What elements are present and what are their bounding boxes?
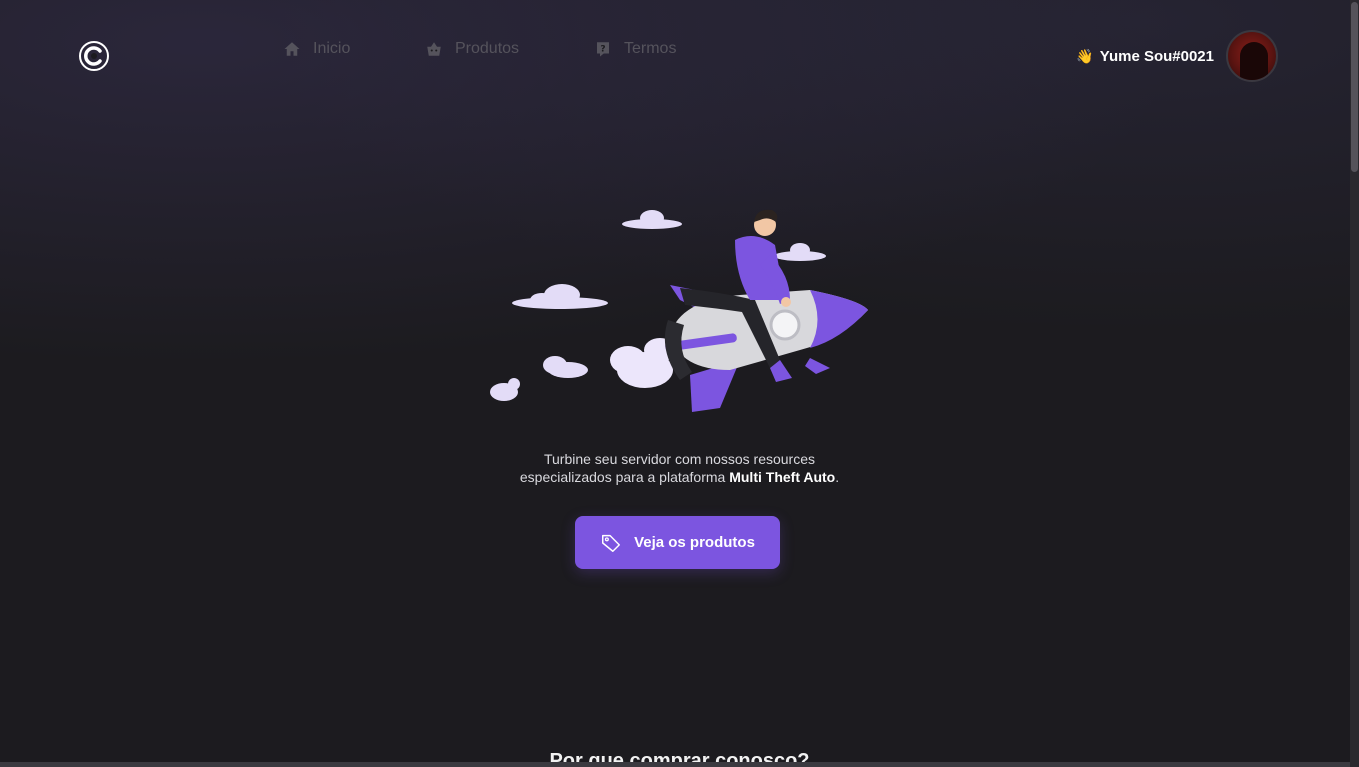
hero-line-2-suffix: . xyxy=(835,469,840,485)
nav-item-termos[interactable]: ? Termos xyxy=(594,40,676,58)
scrollbar-thumb[interactable] xyxy=(1351,2,1358,172)
hero-line-1: Turbine seu servidor com nossos resource… xyxy=(543,451,816,467)
hero-line-2-prefix: especializados para a plataforma xyxy=(519,469,730,485)
user-menu[interactable]: 👋 Yume Sou#0021 xyxy=(1076,30,1278,82)
see-products-button[interactable]: Veja os produtos xyxy=(575,516,780,569)
nav-item-label: Termos xyxy=(624,40,677,57)
username-label: Yume Sou#0021 xyxy=(1099,47,1214,65)
rocket-illustration xyxy=(490,209,868,412)
nav-item-produtos[interactable]: Produtos xyxy=(425,40,519,58)
see-products-label: Veja os produtos xyxy=(634,534,755,551)
hero-description: Turbine seu servidor com nossos resource… xyxy=(0,450,1359,486)
basket-icon xyxy=(427,42,441,56)
avatar-silhouette xyxy=(1240,42,1268,80)
nav-item-label: Inicio xyxy=(313,40,351,57)
home-icon xyxy=(284,42,300,56)
page-scrollbar[interactable] xyxy=(1350,0,1359,767)
logo-icon[interactable] xyxy=(78,40,110,72)
nav-item-inicio[interactable]: Inicio xyxy=(283,40,350,58)
user-name: 👋 Yume Sou#0021 xyxy=(1076,48,1214,65)
bottom-divider xyxy=(0,762,1350,767)
top-header: Inicio Produtos ? Termos 👋 Yume Sou#0021 xyxy=(0,0,1350,110)
nav-item-label: Produtos xyxy=(455,40,520,57)
platform-name: Multi Theft Auto xyxy=(729,469,836,485)
hero-line-2: especializados para a plataforma Multi T… xyxy=(0,468,1359,486)
question-icon: ? xyxy=(597,42,609,57)
avatar[interactable] xyxy=(1226,30,1278,82)
wave-icon: 👋 xyxy=(1076,47,1094,64)
svg-text:?: ? xyxy=(600,44,605,54)
tag-icon xyxy=(602,534,621,552)
